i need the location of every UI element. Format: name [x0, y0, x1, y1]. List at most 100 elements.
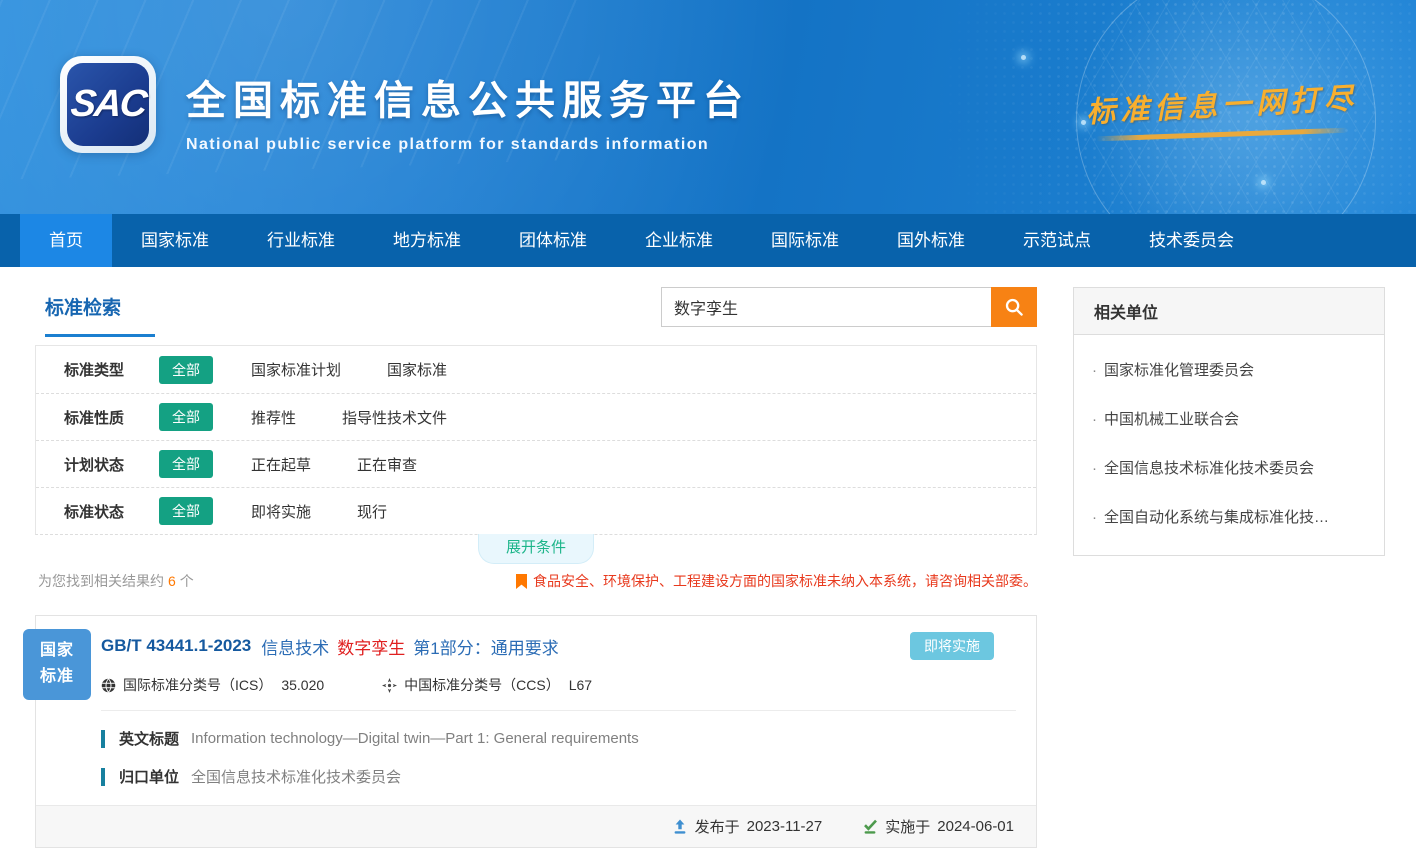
sac-logo-inner: SAC: [67, 63, 149, 146]
banner-spark: [1261, 180, 1266, 185]
expand-conditions-button[interactable]: 展开条件: [478, 534, 594, 564]
filter-label: 标准性质: [64, 407, 159, 428]
filter-option[interactable]: 现行: [357, 501, 387, 522]
standard-code-link[interactable]: GB/T 43441.1-2023: [101, 636, 251, 656]
system-notice: 食品安全、环境保护、工程建设方面的国家标准未纳入本系统，请咨询相关部委。: [516, 571, 1037, 591]
filter-all-button[interactable]: 全部: [159, 497, 213, 525]
english-title-value: Information technology—Digital twin—Part…: [191, 730, 639, 747]
related-unit-link[interactable]: 中国机械工业联合会: [1092, 394, 1366, 443]
standard-title-highlight[interactable]: 数字孪生: [337, 634, 405, 659]
filter-label: 标准状态: [64, 501, 159, 522]
field-marker-bar: [101, 730, 105, 748]
filter-row-plan-status: 计划状态 全部 正在起草 正在审查: [36, 440, 1036, 487]
filter-option[interactable]: 即将实施: [251, 501, 311, 522]
implement-label: 实施于: [885, 816, 930, 837]
check-icon: [862, 819, 878, 835]
ccs-value: L67: [569, 677, 592, 693]
nav-tab-group-standards[interactable]: 团体标准: [490, 214, 616, 267]
english-title-row: 英文标题 Information technology—Digital twin…: [101, 728, 1016, 749]
implement-date: 实施于 2024-06-01: [862, 816, 1014, 837]
publish-icon: [672, 819, 688, 835]
site-banner: SAC 全国标准信息公共服务平台 National public service…: [0, 0, 1416, 214]
result-title-row: GB/T 43441.1-2023 信息技术 数字孪生 第1部分：通用要求 即将…: [101, 632, 1016, 660]
committee-row: 归口单位 全国信息技术标准化技术委员会: [101, 766, 1016, 787]
site-subtitle: National public service platform for sta…: [186, 136, 750, 154]
filter-option[interactable]: 国家标准: [387, 359, 447, 380]
nav-tab-national-standards[interactable]: 国家标准: [112, 214, 238, 267]
related-units-panel: 相关单位 国家标准化管理委员会 中国机械工业联合会 全国信息技术标准化技术委员会…: [1073, 287, 1385, 556]
filter-option[interactable]: 国家标准计划: [251, 359, 341, 380]
filter-label: 标准类型: [64, 359, 159, 380]
nav-tab-enterprise-standards[interactable]: 企业标准: [616, 214, 742, 267]
standard-title-part[interactable]: 第1部分：通用要求: [413, 634, 558, 659]
filter-option[interactable]: 推荐性: [251, 407, 296, 428]
site-title: 全国标准信息公共服务平台: [186, 68, 750, 126]
banner-slogan: 标准信息一网打尽: [1086, 82, 1358, 137]
page-title: 标准检索: [45, 293, 155, 337]
nav-tab-technical-committee[interactable]: 技术委员会: [1120, 214, 1263, 267]
nav-tab-home[interactable]: 首页: [20, 214, 112, 267]
search-section: 标准检索: [35, 267, 1037, 345]
filter-option[interactable]: 正在起草: [251, 454, 311, 475]
related-unit-link[interactable]: 全国信息技术标准化技术委员会: [1092, 443, 1366, 492]
results-count-prefix: 为您找到相关结果约: [38, 573, 164, 589]
results-count-suffix: 个: [180, 573, 194, 589]
compass-icon: [382, 678, 397, 693]
search-icon: [1004, 297, 1024, 317]
field-marker-bar: [101, 768, 105, 786]
implement-date-value: 2024-06-01: [937, 818, 1014, 835]
filter-row-standard-status: 标准状态 全部 即将实施 现行: [36, 487, 1036, 534]
standard-type-badge: 国家标准: [23, 629, 91, 700]
filter-row-standard-type: 标准类型 全部 国家标准计划 国家标准: [36, 346, 1036, 393]
standard-title-part[interactable]: 信息技术: [261, 634, 329, 659]
filter-panel: 标准类型 全部 国家标准计划 国家标准 标准性质 全部 推荐性 指导性技术文件 …: [35, 345, 1037, 535]
nav-tab-pilot[interactable]: 示范试点: [994, 214, 1120, 267]
status-badge: 即将实施: [910, 632, 994, 660]
publish-label: 发布于: [695, 816, 740, 837]
banner-slogan-text: 标准信息一网打尽: [1085, 75, 1359, 131]
filter-all-button[interactable]: 全部: [159, 356, 213, 384]
sac-logo[interactable]: SAC: [60, 56, 156, 153]
ccs-label: 中国标准分类号（CCS）: [404, 675, 560, 695]
filter-all-button[interactable]: 全部: [159, 403, 213, 431]
nav-tab-local-standards[interactable]: 地方标准: [364, 214, 490, 267]
results-meta-row: 为您找到相关结果约6个 食品安全、环境保护、工程建设方面的国家标准未纳入本系统，…: [35, 571, 1037, 591]
related-unit-link[interactable]: 国家标准化管理委员会: [1092, 345, 1366, 394]
site-titles: 全国标准信息公共服务平台 National public service pla…: [186, 68, 750, 154]
filter-label: 计划状态: [64, 454, 159, 475]
classification-row: 国际标准分类号（ICS） 35.020 中国标准分类号（CCS） L67: [101, 675, 1016, 695]
nav-tab-foreign-standards[interactable]: 国外标准: [868, 214, 994, 267]
bookmark-icon: [516, 574, 527, 589]
publish-date: 发布于 2023-11-27: [672, 816, 823, 837]
search-button[interactable]: [991, 287, 1037, 327]
related-unit-link[interactable]: 全国自动化系统与集成标准化技…: [1092, 492, 1366, 541]
nav-tab-industry-standards[interactable]: 行业标准: [238, 214, 364, 267]
filter-all-button[interactable]: 全部: [159, 450, 213, 478]
result-card-body: GB/T 43441.1-2023 信息技术 数字孪生 第1部分：通用要求 即将…: [36, 616, 1036, 787]
banner-spark: [1021, 55, 1026, 60]
system-notice-text: 食品安全、环境保护、工程建设方面的国家标准未纳入本系统，请咨询相关部委。: [533, 571, 1037, 591]
sac-logo-text: SAC: [69, 83, 148, 126]
results-count-number: 6: [168, 573, 176, 589]
committee-value: 全国信息技术标准化技术委员会: [191, 766, 401, 787]
ics-classification: 国际标准分类号（ICS） 35.020: [101, 675, 324, 695]
result-card: 国家标准 GB/T 43441.1-2023 信息技术 数字孪生 第1部分：通用…: [35, 615, 1037, 848]
main-column: 标准检索 标准类型 全部 国家标准计划 国家标准 标准性质 全部 推荐性: [35, 267, 1037, 848]
publish-date-value: 2023-11-27: [747, 818, 823, 835]
related-units-list: 国家标准化管理委员会 中国机械工业联合会 全国信息技术标准化技术委员会 全国自动…: [1074, 335, 1384, 555]
page-content: 标准检索 标准类型 全部 国家标准计划 国家标准 标准性质 全部 推荐性: [0, 267, 1416, 848]
ccs-classification: 中国标准分类号（CCS） L67: [382, 675, 592, 695]
card-divider: [101, 710, 1016, 711]
field-label: 英文标题: [119, 728, 179, 749]
main-nav: 首页 国家标准 行业标准 地方标准 团体标准 企业标准 国际标准 国外标准 示范…: [0, 214, 1416, 267]
filter-option[interactable]: 指导性技术文件: [342, 407, 447, 428]
results-count: 为您找到相关结果约6个: [35, 571, 194, 591]
nav-tab-international-standards[interactable]: 国际标准: [742, 214, 868, 267]
search-input[interactable]: [661, 287, 991, 327]
ics-value: 35.020: [281, 677, 324, 693]
globe-icon: [101, 678, 116, 693]
filter-option[interactable]: 正在审查: [357, 454, 417, 475]
result-card-footer: 发布于 2023-11-27 实施于 2024-06-01: [36, 805, 1036, 847]
ics-label: 国际标准分类号（ICS）: [123, 675, 272, 695]
standard-type-badge-text: 国家标准: [39, 638, 75, 691]
